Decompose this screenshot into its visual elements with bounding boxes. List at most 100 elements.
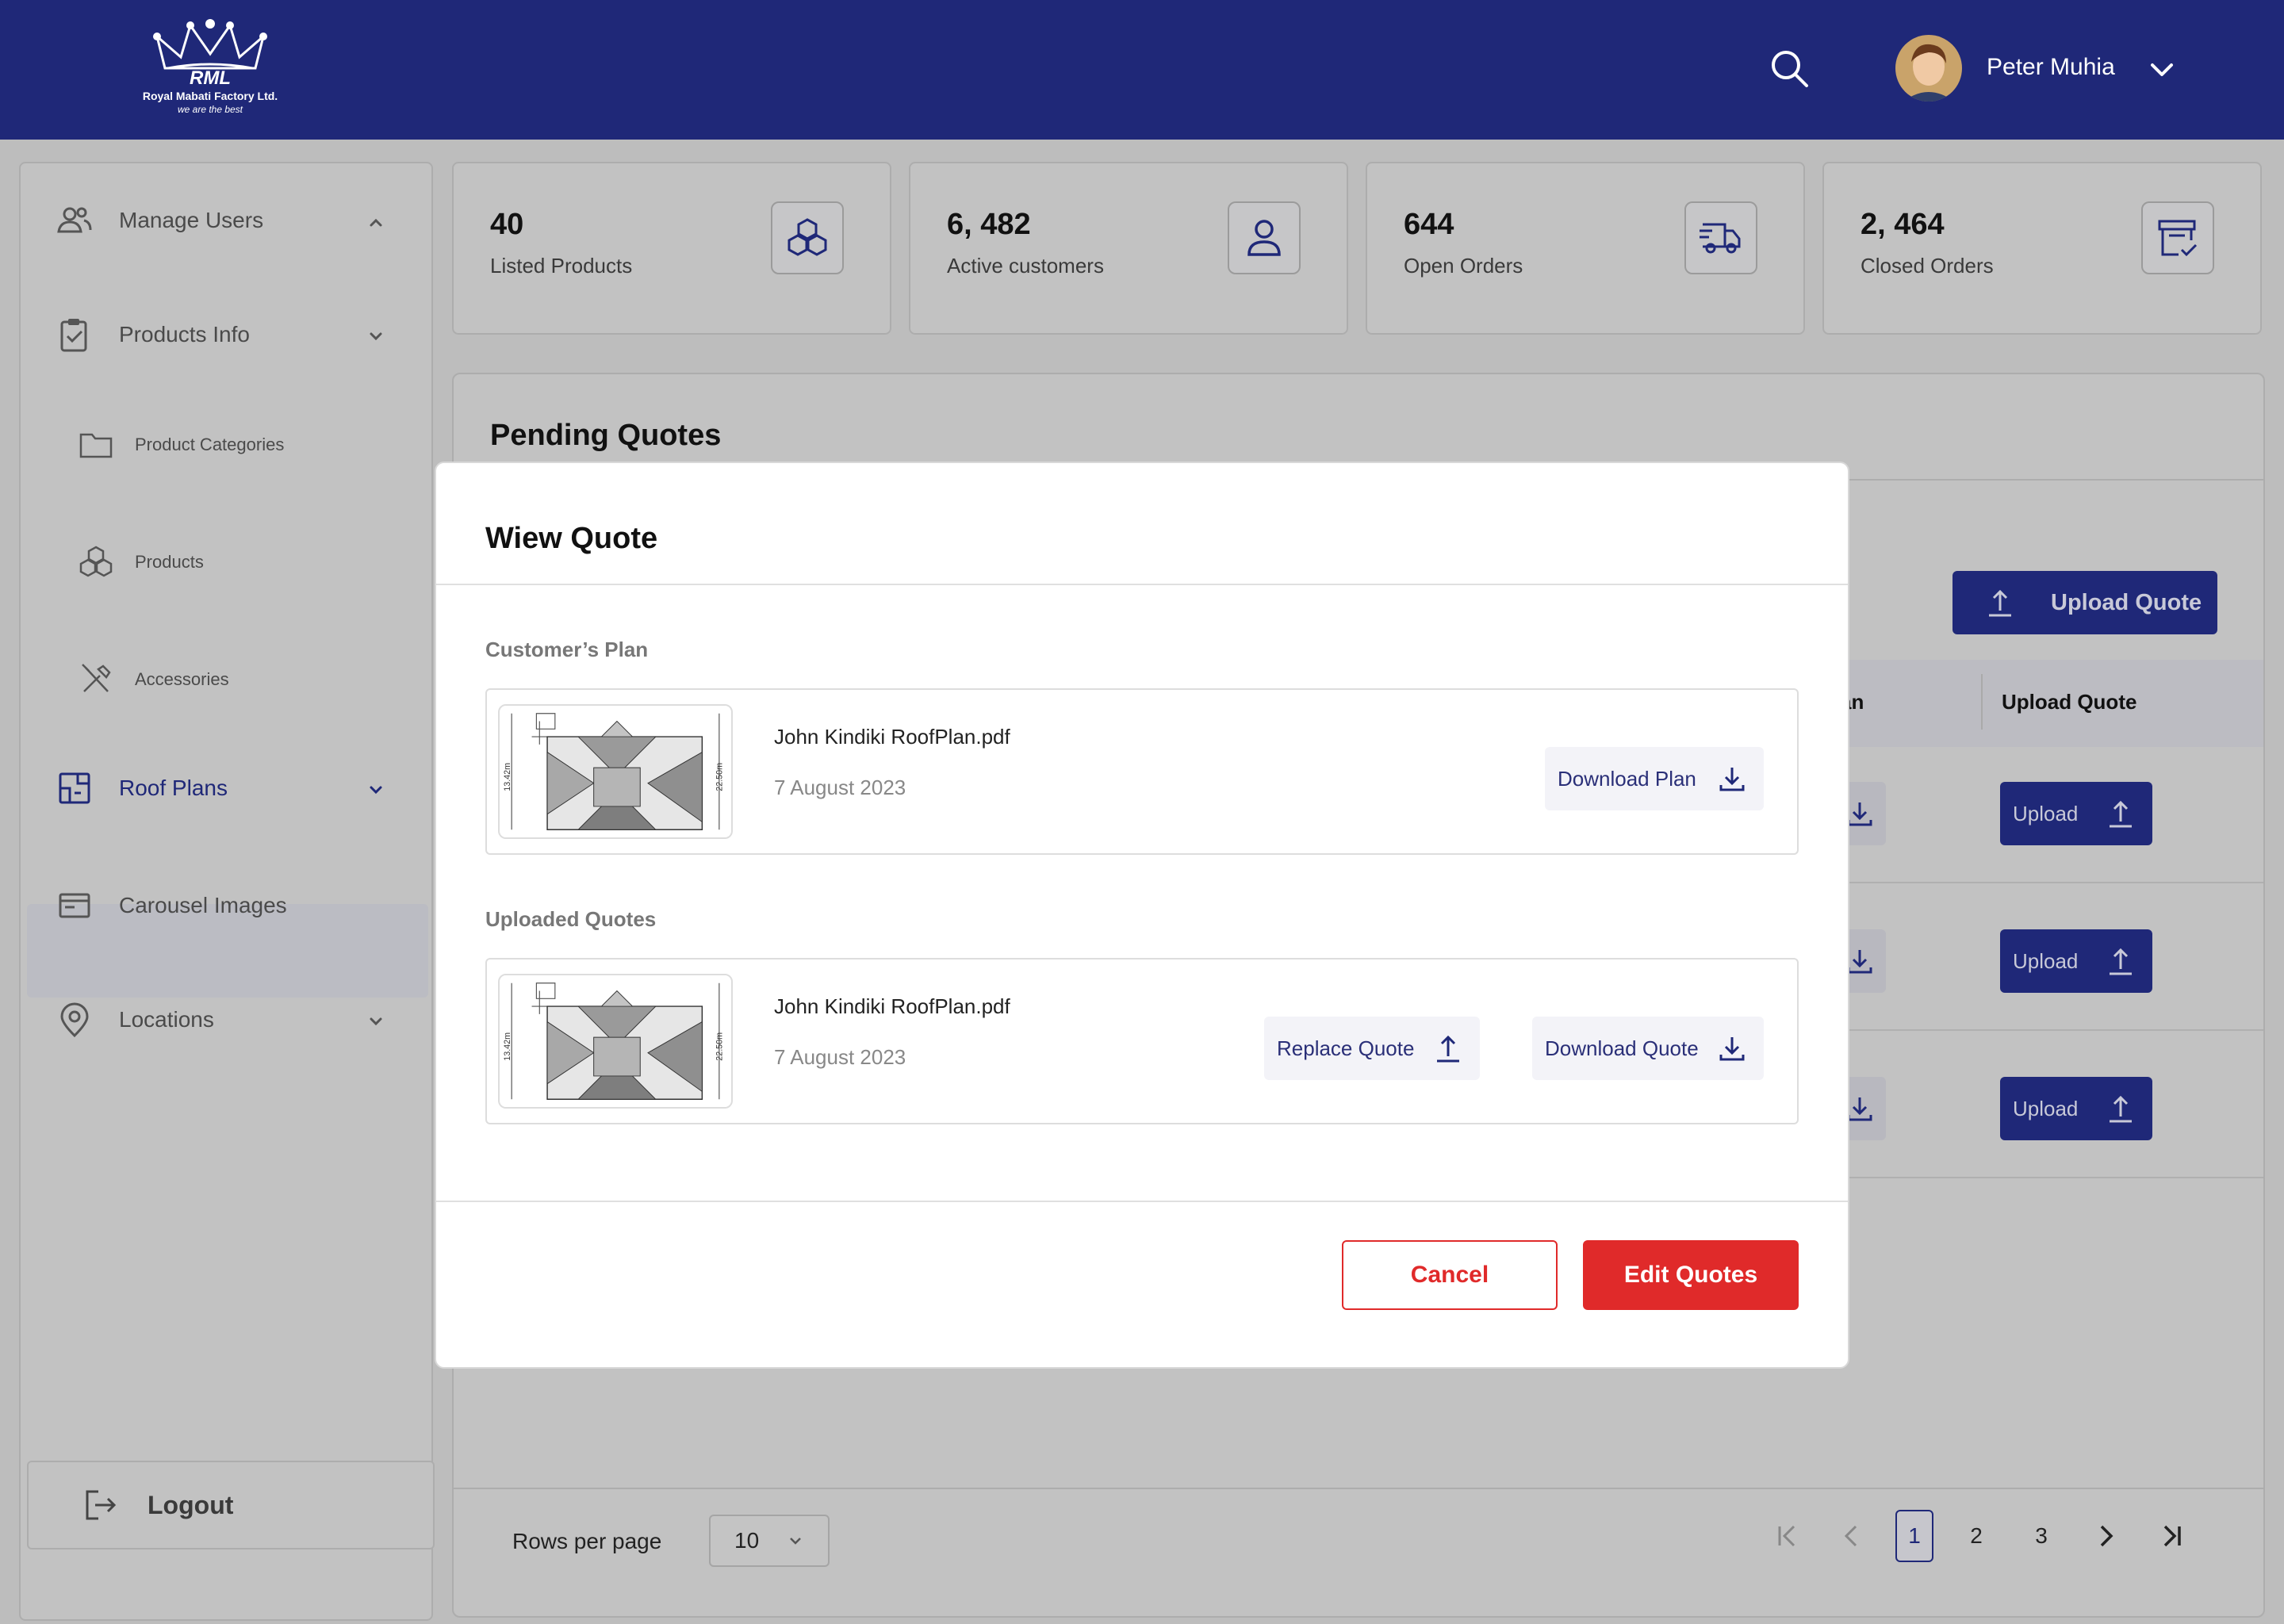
cubes-icon	[771, 201, 844, 274]
sidebar-item-products-info[interactable]: Products Info	[56, 316, 250, 354]
sidebar: Manage Users Products Info Product Categ…	[19, 162, 435, 1621]
last-page-icon	[2163, 1525, 2181, 1547]
sidebar-item-label: Products	[135, 552, 204, 572]
stat-value: 2, 464	[1861, 208, 1945, 241]
upload-icon	[1437, 1035, 1459, 1063]
last-page-button[interactable]	[2149, 1510, 2194, 1562]
page-2-button[interactable]: 2	[1957, 1510, 1995, 1562]
sidebar-item-label: Locations	[119, 1007, 214, 1032]
sidebar-item-products[interactable]: Products	[78, 544, 204, 580]
chevron-up-icon[interactable]	[365, 211, 387, 233]
sidebar-item-locations[interactable]: Locations	[56, 1001, 214, 1039]
sidebar-item-accessories[interactable]: Accessories	[78, 661, 229, 698]
logout-button[interactable]: Logout	[27, 1461, 435, 1549]
column-separator	[1981, 674, 1983, 730]
top-header: RML Royal Mabati Factory Ltd. we are the…	[0, 0, 2284, 140]
cancel-button[interactable]: Cancel	[1342, 1240, 1558, 1310]
sidebar-item-label: Carousel Images	[119, 893, 287, 917]
row-upload-button[interactable]: Upload	[2000, 929, 2152, 993]
stat-label: Open Orders	[1404, 254, 1523, 278]
sidebar-item-label: Manage Users	[119, 208, 264, 232]
uploaded-quotes-label: Uploaded Quotes	[485, 907, 657, 931]
row-upload-button[interactable]: Upload	[2000, 782, 2152, 845]
tools-icon	[82, 664, 111, 692]
upload-icon	[2110, 948, 2133, 975]
file-name: John Kindiki RoofPlan.pdf	[774, 725, 1010, 749]
stat-card-listed-products: 40 Listed Products	[452, 162, 891, 335]
file-date: 7 August 2023	[774, 1045, 906, 1069]
svg-text:RML: RML	[190, 67, 231, 89]
svg-text:Royal Mabati Factory Ltd.: Royal Mabati Factory Ltd.	[143, 90, 278, 102]
user-name[interactable]: Peter Muhia	[1987, 54, 2115, 81]
chevron-down-icon[interactable]	[365, 325, 387, 347]
upload-quote-button[interactable]: Upload Quote	[1953, 571, 2217, 634]
chevron-down-icon[interactable]	[365, 1010, 387, 1032]
chevron-down-icon[interactable]	[2148, 56, 2176, 84]
clipboard-check-icon	[60, 319, 87, 352]
stat-label: Active customers	[947, 254, 1104, 278]
roof-plan-icon	[59, 772, 90, 804]
stat-card-active-customers: 6, 482 Active customers	[909, 162, 1348, 335]
stat-value: 6, 482	[947, 208, 1031, 241]
stat-value: 40	[490, 208, 524, 241]
svg-text:13.42m: 13.42m	[503, 1032, 512, 1061]
stat-value: 644	[1404, 208, 1454, 241]
first-page-icon	[1778, 1525, 1795, 1547]
download-quote-button[interactable]: Download Quote	[1532, 1017, 1764, 1080]
replace-quote-button[interactable]: Replace Quote	[1264, 1017, 1480, 1080]
roof-plan-thumbnail[interactable]: 13.42m 22.50m	[498, 704, 733, 839]
rows-per-page-select[interactable]: 10	[709, 1515, 830, 1567]
page-3-button[interactable]: 3	[2022, 1510, 2060, 1562]
uploaded-quote-card: 13.42m 22.50m John Kindiki RoofPlan.pdf …	[485, 958, 1799, 1124]
sidebar-item-label: Roof Plans	[119, 776, 228, 800]
modal-title: Wiew Quote	[485, 522, 658, 555]
upload-icon	[1989, 589, 2011, 617]
browser-window-icon	[59, 893, 90, 918]
company-logo[interactable]: RML Royal Mabati Factory Ltd. we are the…	[143, 19, 278, 119]
user-icon	[1228, 201, 1301, 274]
search-icon[interactable]	[1769, 48, 1810, 89]
sidebar-item-carousel-images[interactable]: Carousel Images	[56, 887, 287, 925]
chevron-right-icon	[2100, 1525, 2113, 1547]
first-page-button[interactable]	[1765, 1510, 1810, 1562]
file-name: John Kindiki RoofPlan.pdf	[774, 994, 1010, 1018]
stat-label: Listed Products	[490, 254, 633, 278]
download-icon	[1719, 768, 1745, 791]
customer-plan-label: Customer’s Plan	[485, 638, 649, 661]
page-1-button[interactable]: 1	[1895, 1510, 1933, 1562]
divider	[454, 1488, 2263, 1489]
users-icon	[57, 207, 92, 233]
file-date: 7 August 2023	[774, 776, 906, 799]
edit-quotes-button[interactable]: Edit Quotes	[1583, 1240, 1799, 1310]
closed-box-icon	[2141, 201, 2214, 274]
stat-card-closed-orders: 2, 464 Closed Orders	[1822, 162, 2262, 335]
column-header-upload-quote: Upload Quote	[2002, 690, 2137, 714]
delivery-truck-icon	[1684, 201, 1757, 274]
chevron-down-icon[interactable]	[365, 779, 387, 801]
upload-icon	[2110, 800, 2133, 828]
sidebar-item-label: Accessories	[135, 669, 229, 689]
customer-plan-card: 13.42m 22.50m John Kindiki RoofPlan.pdf …	[485, 688, 1799, 855]
rows-per-page-label: Rows per page	[512, 1529, 662, 1553]
sidebar-item-product-categories[interactable]: Product Categories	[78, 427, 284, 463]
view-quote-modal: Wiew Quote Customer’s Plan 13.42m 22.50m	[435, 462, 1849, 1369]
download-plan-button[interactable]: Download Plan	[1545, 747, 1764, 810]
chevron-down-icon	[790, 1538, 801, 1545]
upload-icon	[2110, 1095, 2133, 1123]
next-page-button[interactable]	[2084, 1510, 2129, 1562]
sidebar-item-roof-plans[interactable]: Roof Plans	[56, 769, 228, 807]
previous-page-button[interactable]	[1829, 1510, 1873, 1562]
chevron-left-icon	[1844, 1525, 1857, 1547]
row-upload-button[interactable]: Upload	[2000, 1077, 2152, 1140]
stat-card-open-orders: 644 Open Orders	[1366, 162, 1805, 335]
avatar[interactable]	[1895, 35, 1962, 102]
svg-text:22.50m: 22.50m	[715, 763, 725, 791]
sidebar-item-label: Product Categories	[135, 435, 285, 454]
divider	[436, 584, 1848, 585]
sidebar-item-manage-users[interactable]: Manage Users	[56, 201, 263, 239]
divider	[436, 1201, 1848, 1202]
stat-label: Closed Orders	[1861, 254, 1994, 278]
roof-plan-thumbnail[interactable]: 13.42m 22.50m	[498, 974, 733, 1109]
svg-text:22.50m: 22.50m	[715, 1032, 725, 1061]
logout-label: Logout	[148, 1490, 234, 1519]
